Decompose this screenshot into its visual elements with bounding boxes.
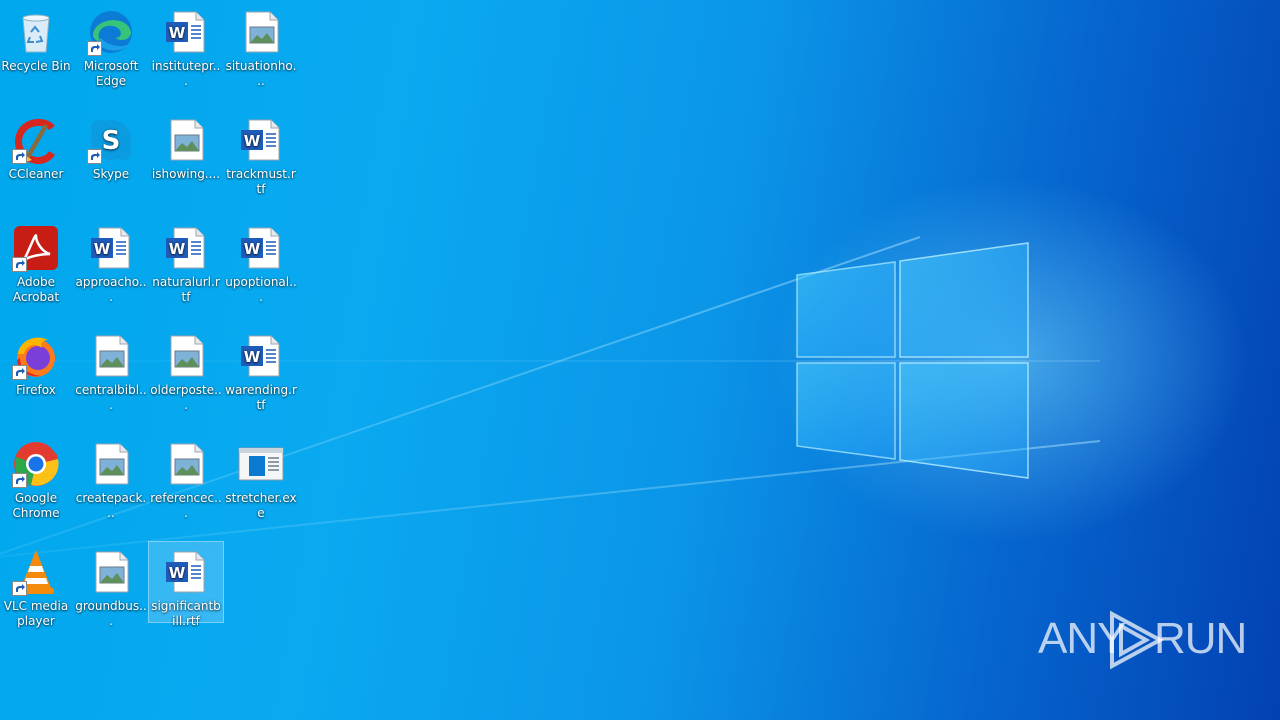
svg-text:W: W <box>169 240 186 258</box>
desktop-icon-recycle-bin[interactable]: Recycle Bin <box>0 2 73 74</box>
desktop-icon-label: referencec... <box>150 491 222 520</box>
desktop-icon-referencec[interactable]: referencec... <box>149 434 223 521</box>
svg-text:W: W <box>244 240 261 258</box>
word-rtf-icon: W <box>162 548 210 596</box>
desktop-icon-significantbill-rtf[interactable]: Wsignificantbill.rtf <box>148 541 224 628</box>
acrobat-icon <box>12 224 60 272</box>
desktop-icon-label: Adobe Acrobat <box>12 275 60 304</box>
image-file-icon <box>162 440 210 488</box>
desktop-icon-centralbibl[interactable]: centralbibl... <box>74 326 148 413</box>
shortcut-arrow-icon <box>12 365 27 380</box>
svg-text:W: W <box>94 240 111 258</box>
image-file-icon <box>87 548 135 596</box>
desktop-icon-label: institutepr... <box>151 59 221 88</box>
word-rtf-icon: W <box>237 116 285 164</box>
word-rtf-icon: W <box>162 224 210 272</box>
desktop-icon-groundbus[interactable]: groundbus... <box>74 542 148 629</box>
word-rtf-icon: W <box>87 224 135 272</box>
desktop-icon-label: situationho... <box>225 59 297 88</box>
word-rtf-icon: W <box>237 224 285 272</box>
word-rtf-icon: W <box>237 332 285 380</box>
svg-text:W: W <box>169 564 186 582</box>
desktop-icon-stretcher-exe[interactable]: stretcher.exe <box>224 434 298 521</box>
desktop-icon-upoptional[interactable]: Wupoptional... <box>224 218 298 305</box>
skype-icon: S <box>87 116 135 164</box>
desktop-icon-label: ishowing.... <box>151 167 221 181</box>
desktop-icon-label: VLC media player <box>3 599 69 628</box>
desktop-icon-situationho[interactable]: situationho... <box>224 2 298 89</box>
desktop-icon-label: Microsoft Edge <box>83 59 139 88</box>
edge-icon <box>87 8 135 56</box>
desktop-icon-approacho[interactable]: Wapproacho... <box>74 218 148 305</box>
chrome-icon <box>12 440 60 488</box>
anyrun-watermark: ANY RUN <box>1038 610 1247 670</box>
image-file-icon <box>237 8 285 56</box>
desktop-icon-naturalurl-rtf[interactable]: Wnaturalurl.rtf <box>149 218 223 305</box>
svg-text:W: W <box>169 24 186 42</box>
windows-logo <box>796 242 1029 479</box>
image-file-icon <box>162 116 210 164</box>
desktop-icon-microsoft-edge[interactable]: Microsoft Edge <box>74 2 148 89</box>
desktop-icon-google-chrome[interactable]: Google Chrome <box>0 434 73 521</box>
desktop-icon-olderposte[interactable]: olderposte... <box>149 326 223 413</box>
shortcut-arrow-icon <box>12 473 27 488</box>
desktop-icon-label: olderposte... <box>150 383 222 412</box>
desktop-icon-label: createpack... <box>75 491 147 520</box>
desktop-icon-ishowing[interactable]: ishowing.... <box>149 110 223 182</box>
svg-text:W: W <box>244 348 261 366</box>
desktop-icon-label: naturalurl.rtf <box>152 275 220 304</box>
shortcut-arrow-icon <box>12 257 27 272</box>
svg-text:S: S <box>102 126 121 156</box>
exe-window-icon <box>237 440 285 488</box>
desktop-icon-adobe-acrobat[interactable]: Adobe Acrobat <box>0 218 73 305</box>
recycle-bin-icon <box>12 8 60 56</box>
image-file-icon <box>87 332 135 380</box>
desktop-icon-label: Google Chrome <box>12 491 60 520</box>
firefox-icon <box>12 332 60 380</box>
desktop-icon-label: centralbibl... <box>75 383 147 412</box>
shortcut-arrow-icon <box>87 149 102 164</box>
desktop-icon-label: warending.rtf <box>225 383 297 412</box>
desktop-icon-label: stretcher.exe <box>225 491 297 520</box>
desktop-icon-institutepr[interactable]: Winstitutepr... <box>149 2 223 89</box>
svg-text:W: W <box>244 132 261 150</box>
desktop-icon-createpack[interactable]: createpack... <box>74 434 148 521</box>
desktop-icon-label: Firefox <box>16 383 56 397</box>
desktop-icon-label: trackmust.rtf <box>226 167 296 196</box>
desktop-icon-label: groundbus... <box>75 599 147 628</box>
desktop-icon-trackmust-rtf[interactable]: Wtrackmust.rtf <box>224 110 298 197</box>
word-rtf-icon: W <box>162 8 210 56</box>
desktop-icon-label: CCleaner <box>8 167 64 181</box>
desktop-icon-skype[interactable]: S Skype <box>74 110 148 182</box>
desktop-icon-label: approacho... <box>75 275 147 304</box>
desktop-icon-label: significantbill.rtf <box>151 599 221 628</box>
vlc-icon <box>12 548 60 596</box>
desktop-icon-label: Recycle Bin <box>1 59 71 73</box>
desktop-icon-label: Skype <box>92 167 130 181</box>
image-file-icon <box>87 440 135 488</box>
shortcut-arrow-icon <box>12 149 27 164</box>
desktop-icon-label: upoptional... <box>225 275 297 304</box>
ccleaner-icon <box>12 116 60 164</box>
desktop-icon-vlc-media-player[interactable]: VLC media player <box>0 542 73 629</box>
image-file-icon <box>162 332 210 380</box>
desktop-icon-ccleaner[interactable]: CCleaner <box>0 110 73 182</box>
shortcut-arrow-icon <box>12 581 27 596</box>
desktop-icon-warending-rtf[interactable]: Wwarending.rtf <box>224 326 298 413</box>
watermark-run-text: RUN <box>1154 614 1247 663</box>
shortcut-arrow-icon <box>87 41 102 56</box>
desktop-icon-firefox[interactable]: Firefox <box>0 326 73 398</box>
